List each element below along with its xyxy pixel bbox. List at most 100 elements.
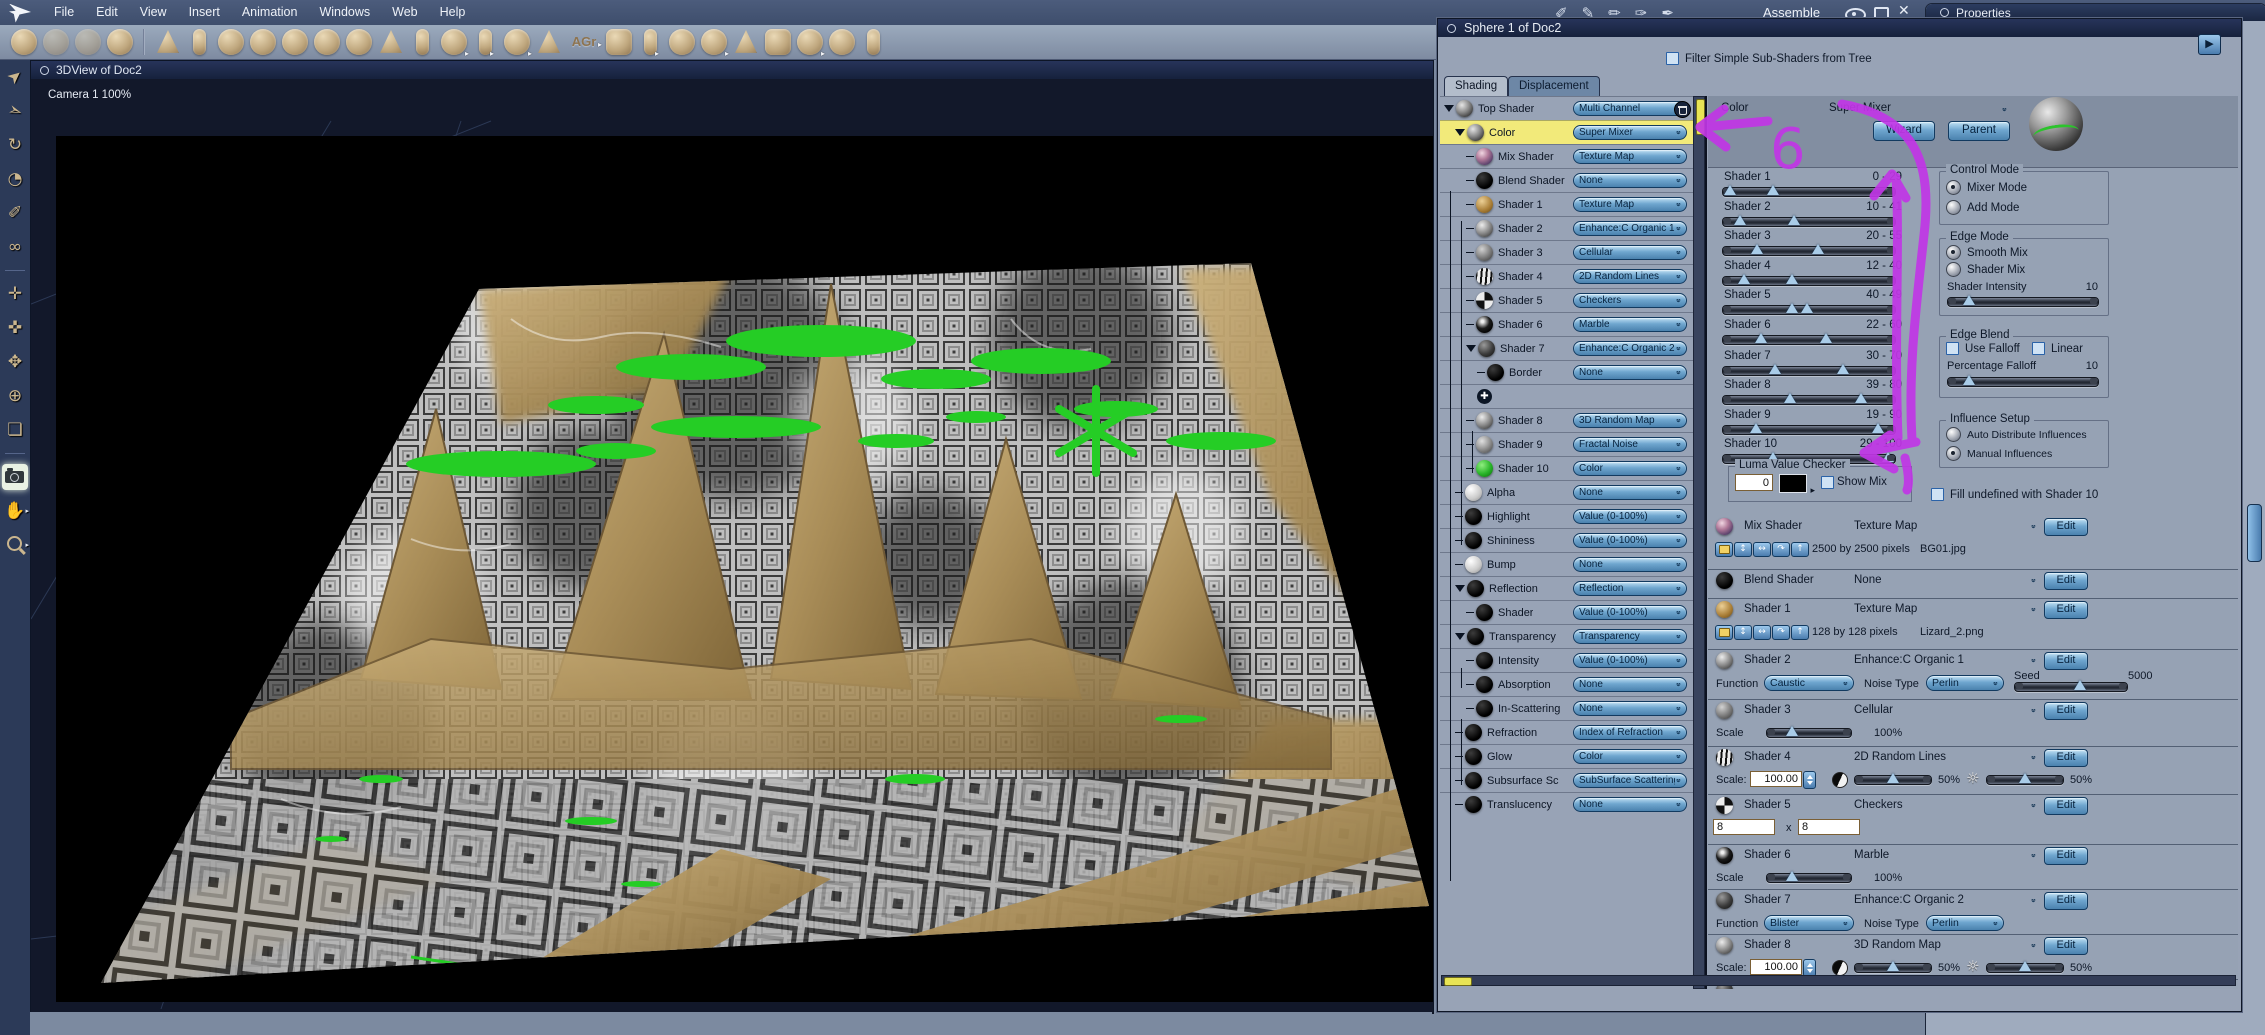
smooth-mix-radio[interactable] — [1946, 245, 1961, 260]
shader-type-dropdown[interactable]: Value (0-100%) » — [1573, 509, 1687, 524]
shader-mix-radio[interactable] — [1946, 262, 1961, 277]
luma-value-input[interactable] — [1735, 474, 1773, 491]
edit-button[interactable]: Edit — [2044, 652, 2088, 670]
range-slider[interactable] — [1722, 244, 1896, 256]
view-title-bar[interactable]: 3DView of Doc2 — [31, 61, 1433, 79]
shader-type-dropdown[interactable]: Index of Refraction » — [1573, 725, 1687, 740]
range-slider[interactable] — [1722, 333, 1896, 345]
tree-row-shader-4[interactable]: Shader 4 2D Random Lines » — [1440, 264, 1693, 288]
flip-vertical-icon[interactable]: ↕ — [1734, 542, 1752, 557]
tree-add-node[interactable]: ✚ — [1440, 384, 1693, 408]
shader-type-dropdown[interactable]: Value (0-100%) » — [1573, 653, 1687, 668]
push-tool-icon[interactable] — [107, 29, 133, 55]
movie-camera-icon[interactable] — [765, 29, 791, 55]
expander-icon[interactable] — [1455, 585, 1465, 592]
dropdown[interactable]: Caustic » — [1764, 675, 1854, 691]
edit-button[interactable]: Edit — [2044, 847, 2088, 865]
slider-min-handle[interactable] — [1784, 393, 1797, 403]
capsule-icon[interactable]: ▸ — [644, 29, 659, 58]
shader-type-dropdown[interactable]: None » — [1573, 365, 1687, 380]
shader-type-dropdown[interactable]: Checkers » — [1573, 293, 1687, 308]
range-slider[interactable] — [1722, 393, 1896, 405]
track-camera-icon[interactable]: ✥ — [2, 349, 28, 375]
shader-type-dropdown[interactable]: Value (0-100%) » — [1573, 605, 1687, 620]
slider-max-handle[interactable] — [1882, 452, 1895, 462]
menu-insert[interactable]: Insert — [178, 0, 231, 25]
open-file-icon[interactable] — [1715, 542, 1733, 557]
menu-animation[interactable]: Animation — [231, 0, 309, 25]
slider-handle[interactable] — [2019, 961, 2031, 971]
expander-icon[interactable] — [1466, 345, 1476, 352]
add-shader-icon[interactable]: ✚ — [1477, 389, 1492, 404]
slider-max-handle[interactable] — [1871, 423, 1884, 433]
chevron-down-icon[interactable]: » — [2028, 708, 2039, 712]
shader-type-dropdown[interactable]: None » — [1573, 701, 1687, 716]
slider-min-handle[interactable] — [1754, 333, 1767, 343]
rock-icon[interactable]: ▸ — [701, 29, 729, 58]
dropdown-marker-icon[interactable]: ▸ — [179, 49, 183, 58]
tree-row-highlight[interactable]: Highlight Value (0-100%) » — [1440, 504, 1693, 528]
tree-row-shader-7[interactable]: Shader 7 Enhance:C Organic 2» — [1440, 336, 1693, 360]
tree-row-shader-5[interactable]: Shader 5 Checkers » — [1440, 288, 1693, 312]
shader-type-dropdown[interactable]: Multi Channel» — [1573, 101, 1687, 116]
edit-button[interactable]: Edit — [2044, 572, 2088, 590]
shader-type-dropdown[interactable]: Transparency » — [1573, 629, 1687, 644]
contrast-slider[interactable] — [1854, 773, 1932, 785]
tree-row-shader-8[interactable]: Shader 8 3D Random Map » — [1440, 408, 1693, 432]
mixer-mode-radio[interactable] — [1946, 180, 1961, 195]
slider-min-handle[interactable] — [1768, 364, 1781, 374]
tree-row-border[interactable]: Border None » — [1440, 360, 1693, 384]
tree-row-shininess[interactable]: Shininess Value (0-100%) » — [1440, 528, 1693, 552]
auto-distribute-radio[interactable] — [1946, 427, 1961, 442]
slider-min-handle[interactable] — [1737, 274, 1750, 284]
shader-type-dropdown[interactable]: Reflection » — [1573, 581, 1687, 596]
viewport[interactable]: Camera 1 100% — [31, 79, 1433, 1013]
edit-button[interactable]: Edit — [2044, 797, 2088, 815]
chevron-down-icon[interactable]: » — [2028, 755, 2039, 759]
chevron-down-icon[interactable]: » — [2028, 524, 2039, 528]
pan-hand-tool-icon[interactable] — [43, 29, 69, 55]
dropdown-marker-icon[interactable]: ▸ — [465, 49, 469, 58]
spiral-icon[interactable] — [282, 29, 308, 55]
dropdown-marker-icon[interactable]: ▸ — [598, 32, 602, 58]
slider-min-handle[interactable] — [1785, 303, 1798, 313]
slider-min-handle[interactable] — [1723, 185, 1736, 195]
particles-icon[interactable] — [346, 29, 372, 55]
shader-type-dropdown[interactable]: None » — [1573, 677, 1687, 692]
stepper-control[interactable] — [1803, 771, 1816, 789]
slider-handle[interactable] — [2073, 680, 2086, 690]
fill-undefined-checkbox[interactable] — [1931, 488, 1944, 501]
wizard-button[interactable]: Wizard — [1873, 121, 1935, 141]
terrain-icon[interactable] — [380, 30, 402, 53]
tree-row-shader-3[interactable]: Shader 3 Cellular » — [1440, 240, 1693, 264]
target-icon[interactable] — [829, 29, 855, 55]
camera-tool-icon[interactable] — [2, 464, 28, 490]
dolly-camera-icon[interactable]: ✜ — [2, 315, 28, 341]
chevron-down-icon[interactable]: » — [2028, 853, 2039, 857]
cloud-icon[interactable]: ▸ — [441, 29, 469, 58]
fountain-icon[interactable] — [538, 30, 560, 53]
menu-edit[interactable]: Edit — [85, 0, 129, 25]
slider-handle[interactable] — [1887, 773, 1899, 783]
shader-type-dropdown[interactable]: 2D Random Lines » — [1573, 269, 1687, 284]
chevron-down-icon[interactable]: » — [2028, 898, 2039, 902]
slider-min-handle[interactable] — [1734, 215, 1747, 225]
tree-row-blend-shader[interactable]: Blend Shader None » — [1440, 168, 1693, 192]
shader-type-dropdown[interactable]: Super Mixer » — [1573, 125, 1687, 140]
filter-checkbox[interactable] — [1666, 52, 1679, 65]
upload-icon[interactable]: ↑ — [1791, 625, 1809, 640]
link-tool-icon[interactable]: ∞ — [2, 234, 28, 260]
chevron-down-icon[interactable]: » — [2028, 658, 2039, 662]
bones-icon[interactable] — [250, 29, 276, 55]
slider-max-handle[interactable] — [1766, 185, 1779, 195]
dropdown-marker-icon[interactable]: ▸ — [757, 49, 761, 58]
checkered-ball-icon[interactable]: ▸ — [504, 29, 532, 58]
range-slider[interactable] — [1722, 215, 1896, 227]
shader-type-dropdown[interactable]: None » — [1573, 485, 1687, 500]
shader-type-dropdown[interactable]: None » — [1573, 557, 1687, 572]
tree-row-top-shader[interactable]: Top Shader Multi Channel» — [1440, 96, 1693, 120]
flip-horizontal-icon[interactable]: ↔ — [1753, 625, 1771, 640]
tree-row-shader-9[interactable]: Shader 9 Fractal Noise » — [1440, 432, 1693, 456]
value-input[interactable] — [1713, 819, 1775, 835]
slider-min-handle[interactable] — [1749, 423, 1762, 433]
